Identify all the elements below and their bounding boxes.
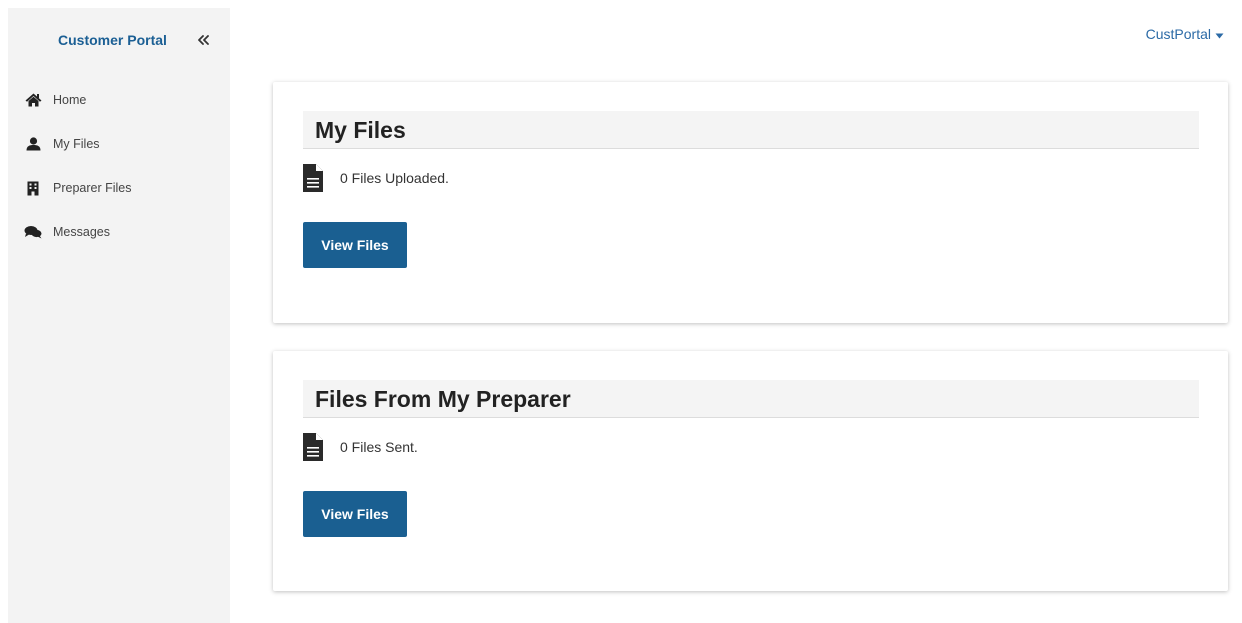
sidebar-item-messages[interactable]: Messages	[8, 210, 230, 254]
view-files-button[interactable]: View Files	[303, 222, 407, 268]
card-title: My Files	[315, 117, 406, 143]
card-title: Files From My Preparer	[315, 386, 571, 412]
my-files-card: My Files 0 Files Uploaded. View Files	[273, 82, 1228, 323]
view-files-button[interactable]: View Files	[303, 491, 407, 537]
caret-down-icon	[1215, 26, 1224, 42]
file-status: 0 Files Sent.	[303, 431, 418, 463]
sidebar-header: Customer Portal	[8, 30, 230, 50]
app: Customer Portal Home My Files Preparer F…	[0, 0, 1242, 623]
sidebar-item-label: Messages	[53, 225, 110, 239]
sidebar-nav: Home My Files Preparer Files Messages	[8, 78, 230, 254]
preparer-files-card: Files From My Preparer 0 Files Sent. Vie…	[273, 351, 1228, 591]
chat-icon	[24, 223, 42, 241]
home-icon	[24, 91, 42, 109]
double-chevron-left-icon[interactable]	[194, 30, 214, 50]
brand-title[interactable]: Customer Portal	[58, 32, 167, 48]
sidebar: Customer Portal Home My Files Preparer F…	[8, 8, 230, 623]
document-icon	[303, 164, 323, 192]
sidebar-item-label: Preparer Files	[53, 181, 132, 195]
sidebar-item-label: Home	[53, 93, 87, 107]
sidebar-item-my-files[interactable]: My Files	[8, 122, 230, 166]
sidebar-item-preparer-files[interactable]: Preparer Files	[8, 166, 230, 210]
file-status-text: 0 Files Sent.	[340, 439, 418, 455]
sidebar-item-home[interactable]: Home	[8, 78, 230, 122]
sidebar-item-label: My Files	[53, 137, 100, 151]
document-icon	[303, 433, 323, 461]
card-header: Files From My Preparer	[303, 380, 1199, 418]
user-menu-label: CustPortal	[1145, 26, 1211, 42]
user-menu[interactable]: CustPortal	[1146, 26, 1224, 42]
file-status: 0 Files Uploaded.	[303, 162, 449, 194]
user-icon	[24, 135, 42, 153]
card-header: My Files	[303, 111, 1199, 149]
building-icon	[24, 179, 42, 197]
file-status-text: 0 Files Uploaded.	[340, 170, 449, 186]
